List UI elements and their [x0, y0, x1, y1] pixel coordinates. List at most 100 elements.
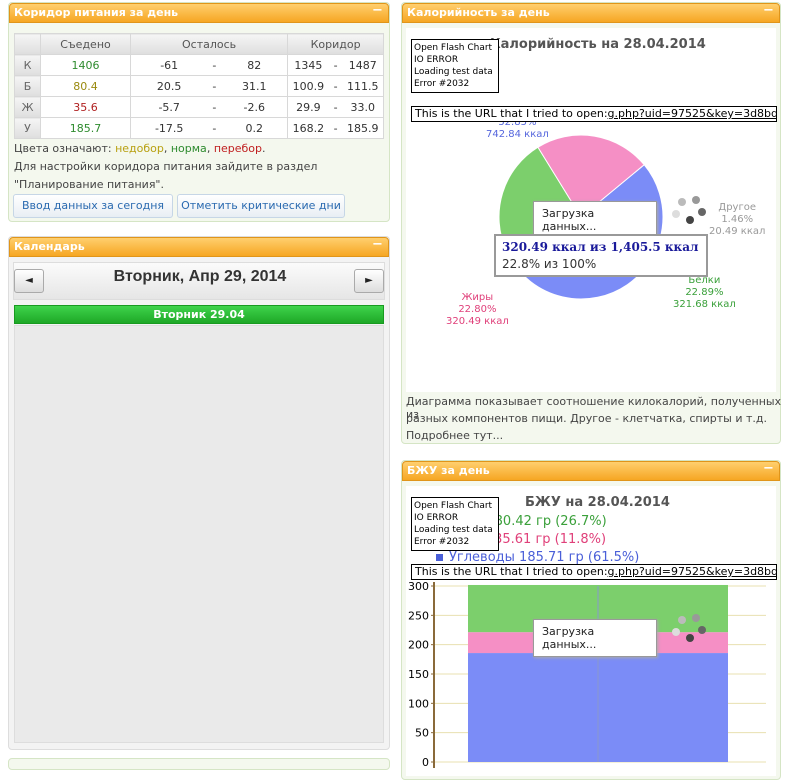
table-row: К 1406 -61-82 1345-1487 — [14, 54, 384, 76]
loading-text: Загрузка данных... — [542, 625, 597, 651]
minimize-button[interactable]: − — [371, 4, 384, 18]
flash-line: Error #2032 — [414, 537, 470, 547]
flash-line: Error #2032 — [414, 79, 470, 89]
y-tick-label: 100 — [408, 697, 429, 710]
calories-chart-title: Калорийность на 28.04.2014 — [490, 37, 706, 52]
corridor-note-line2: "Планирование питания". — [14, 178, 164, 191]
left-max-cell: 31.1 — [221, 75, 289, 97]
dash-cell: - — [328, 75, 343, 97]
row-label: Б — [14, 75, 41, 97]
pie-label-other: Другое 1.46% 20.49 ккал — [709, 202, 765, 238]
corridor-max-cell: 185.9 — [342, 117, 384, 139]
y-tick-label: 250 — [408, 609, 429, 622]
corridor-max-cell: 33.0 — [342, 96, 384, 118]
corridor-note-line1: Для настройки коридора питания зайдите в… — [14, 160, 318, 173]
corridor-title: Коридор питания за день — [14, 6, 179, 19]
input-today-button[interactable]: Ввод данных за сегодня — [13, 194, 173, 218]
url-prefix: This is the URL that I tried to open: — [415, 107, 608, 120]
bju-legend-carbs: Углеводы 185.71 гр (61.5%) — [436, 550, 639, 565]
pie-label-carbs-val: 742.84 ккал — [486, 129, 549, 140]
corridor-panel-header: Коридор питания за день − — [9, 3, 389, 23]
bju-chart-title: БЖУ на 28.04.2014 — [525, 495, 670, 510]
bju-panel-header: БЖУ за день − — [402, 461, 780, 481]
pie-label-other-val: 20.49 ккал — [709, 226, 766, 237]
legend-square-icon — [436, 554, 443, 561]
left-max-cell: 82 — [221, 54, 289, 76]
calendar-panel-header: Календарь − — [9, 237, 389, 257]
minimize-button[interactable]: − — [762, 4, 775, 18]
column-header — [14, 33, 41, 55]
corridor-max-cell: 1487 — [342, 54, 384, 76]
pie-tooltip: 320.49 ккал из 1,405.5 ккал 22.8% из 100… — [494, 234, 708, 277]
pie-label-protein-pct: 22.89% — [685, 287, 724, 298]
flash-line: Open Flash Chart — [414, 501, 493, 511]
corridor-min-cell: 1345 — [287, 54, 329, 76]
bju-bar-chart: 300 250 200 150 100 50 0 — [408, 580, 766, 769]
corridor-table: Съедено Осталось Коридор К 1406 -61-82 1345… — [14, 33, 384, 139]
pie-label-other-name: Другое — [718, 202, 756, 213]
color-legend-prefix: Цвета означают: — [14, 142, 112, 155]
url-prefix: This is the URL that I tried to open: — [415, 565, 608, 578]
left-min-cell: -5.7 — [130, 96, 208, 118]
y-tick-label: 150 — [408, 668, 429, 681]
legend-carbs-text: Углеводы 185.71 гр (61.5%) — [449, 550, 640, 565]
tooltip-main: 320.49 ккал из 1,405.5 ккал — [502, 240, 699, 254]
pie-label-fat-name: Жиры — [461, 292, 494, 303]
pie-label-other-pct: 1.46% — [721, 214, 754, 225]
url-link[interactable]: g.php?uid=97525&key=3d8bd3 — [608, 107, 776, 120]
flash-line: Loading test data — [414, 525, 493, 535]
row-label: К — [14, 54, 41, 76]
calories-panel-header: Калорийность за день − — [402, 3, 780, 23]
dash-cell: - — [207, 75, 222, 97]
url-link[interactable]: g.php?uid=97525&key=3d8bd3 — [608, 565, 776, 578]
dash-cell: - — [328, 54, 343, 76]
dash-cell: - — [207, 117, 222, 139]
eaten-cell: 35.6 — [40, 96, 131, 118]
dash-cell: - — [328, 117, 343, 139]
column-header: Съедено — [40, 33, 131, 55]
calendar-body — [14, 325, 384, 743]
legend-norm: норма — [170, 142, 207, 155]
pie-label-fat-pct: 22.80% — [458, 304, 497, 315]
pie-label-fat: Жиры 22.80% 320.49 ккал — [446, 292, 509, 328]
left-min-cell: 20.5 — [130, 75, 208, 97]
calories-title: Калорийность за день — [407, 6, 550, 19]
eaten-cell: 80.4 — [40, 75, 131, 97]
row-label: Ж — [14, 96, 41, 118]
table-row: У 185.7 -17.5-0.2 168.2-185.9 — [14, 117, 384, 139]
minimize-button[interactable]: − — [371, 238, 384, 252]
color-legend: Цвета означают: недобор, норма, перебор. — [14, 142, 266, 155]
loading-spinner — [672, 614, 708, 644]
calendar-next-button[interactable]: ► — [354, 269, 384, 293]
y-tick-label: 300 — [408, 580, 429, 593]
flash-line: IO ERROR — [414, 513, 459, 523]
calories-desc-more[interactable]: Подробнее тут... — [406, 429, 503, 442]
flash-line: Loading test data — [414, 67, 493, 77]
bju-flash-error: Open Flash Chart IO ERROR Loading test d… — [411, 497, 499, 551]
eaten-cell: 1406 — [40, 54, 131, 76]
corridor-min-cell: 100.9 — [287, 75, 329, 97]
column-header: Осталось — [129, 33, 289, 55]
bju-title: БЖУ за день — [407, 464, 490, 477]
left-max-cell: -2.6 — [221, 96, 289, 118]
bju-url-error: This is the URL that I tried to open:g.p… — [411, 564, 777, 580]
flash-line: IO ERROR — [414, 55, 459, 65]
corridor-max-cell: 111.5 — [342, 75, 384, 97]
pie-label-protein: Белки 22.89% 321.68 ккал — [673, 275, 736, 311]
minimize-button[interactable]: − — [762, 462, 775, 476]
tooltip-sub: 22.8% из 100% — [502, 257, 597, 271]
dash-cell: - — [207, 96, 222, 118]
table-row: Б 80.4 20.5-31.1 100.9-111.5 — [14, 75, 384, 97]
calendar-date-heading: Вторник, Апр 29, 2014 — [113, 268, 287, 285]
calories-flash-error: Open Flash Chart IO ERROR Loading test d… — [411, 39, 499, 93]
bju-loading-box: Загрузка данных... — [533, 619, 657, 657]
table-row: Ж 35.6 -5.7- -2.6 29.9-33.0 — [14, 96, 384, 118]
y-tick-label: 200 — [408, 639, 429, 652]
critical-days-button[interactable]: Отметить критические дни — [177, 194, 345, 218]
calendar-day-bar[interactable]: Вторник 29.04 — [14, 305, 384, 324]
corridor-min-cell: 29.9 — [287, 96, 329, 118]
left-min-cell: -61 — [130, 54, 208, 76]
legend-under: недобор — [115, 142, 164, 155]
legend-over: перебор — [213, 142, 263, 155]
calendar-prev-button[interactable]: ◄ — [14, 269, 44, 293]
